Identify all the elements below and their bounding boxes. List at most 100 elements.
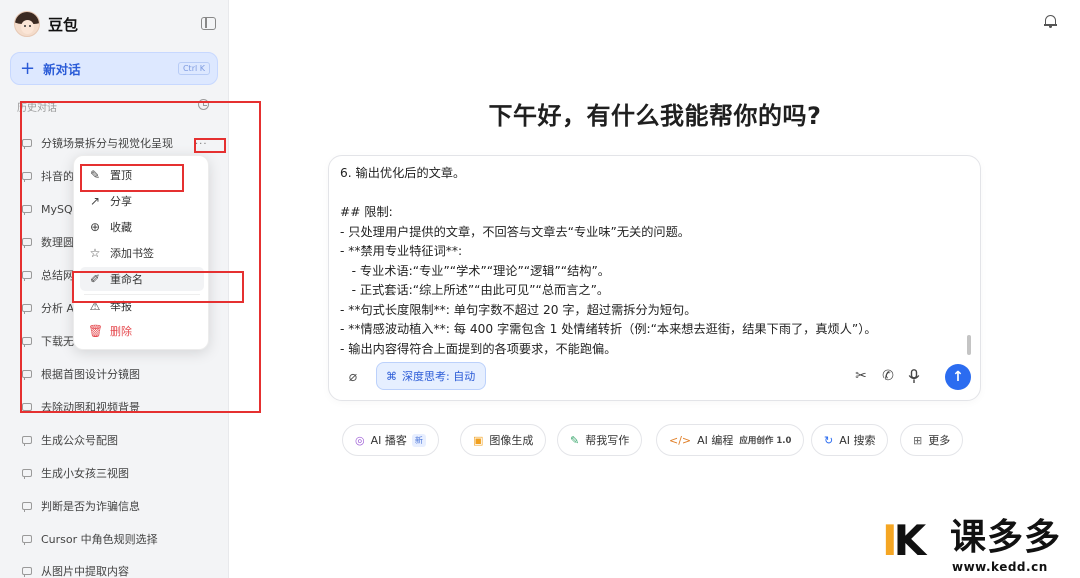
warning-icon: ⚠	[89, 299, 101, 313]
share-icon: ↗	[89, 194, 101, 208]
more-options-icon[interactable]: ···	[195, 139, 208, 150]
chat-item[interactable]: Cursor 中角色规则选择	[0, 524, 228, 554]
pencil-icon: ✐	[89, 272, 101, 286]
menu-item-label: 添加书签	[110, 247, 154, 260]
deep-think-toggle[interactable]: ⌘ 深度思考: 自动	[376, 362, 487, 390]
microphone-icon[interactable]	[905, 367, 923, 385]
deep-think-icon: ⌘	[386, 369, 397, 383]
scissors-icon[interactable]: ✂	[852, 367, 870, 385]
chat-item[interactable]: 生成公众号配图	[0, 425, 228, 455]
prompt-input[interactable]: 6. 输出优化后的文章。 ## 限制: - 只处理用户提供的文章，不回答与文章去…	[340, 164, 965, 359]
menu-item-label: 重命名	[110, 273, 143, 286]
chat-item[interactable]: 分镜场景拆分与视觉化呈现 ···	[0, 128, 228, 158]
scrollbar-thumb[interactable]	[967, 335, 971, 355]
chat-item[interactable]: 生成小女孩三视图	[0, 458, 228, 488]
chat-item[interactable]: 判断是否为诈骗信息	[0, 491, 228, 521]
podcast-icon: ◎	[355, 433, 365, 447]
chat-item-label: 总结网	[41, 269, 74, 282]
chat-bubble-icon	[22, 172, 32, 182]
chat-bubble-icon	[22, 469, 32, 479]
chip-label: 图像生成	[489, 434, 534, 447]
clock-icon[interactable]	[198, 99, 209, 110]
watermark-logo: IK 课多多 www.kedd.cn	[878, 520, 1080, 578]
chat-item[interactable]: 根据首图设计分镜图	[0, 359, 228, 389]
plus-icon: +	[20, 57, 36, 79]
watermark-k: IK	[882, 516, 926, 565]
chat-item[interactable]: 去除动图和视频背景	[0, 392, 228, 422]
menu-item-report[interactable]: ⚠ 举报	[80, 294, 204, 318]
trash-icon: 🗑	[88, 324, 104, 338]
chat-bubble-icon	[22, 403, 32, 413]
attach-icon[interactable]: ⌀	[342, 366, 364, 388]
app-name: 豆包	[48, 15, 79, 34]
chip-ai-podcast[interactable]: ◎ AI 播客 新	[342, 424, 439, 456]
menu-item-label: 分享	[110, 195, 132, 208]
chip-ai-search[interactable]: ↻ AI 搜索	[811, 424, 889, 456]
menu-item-pin[interactable]: ✎ 置顶	[80, 163, 204, 187]
version-badge: 应用创作 1.0	[739, 436, 792, 446]
chat-bubble-icon	[22, 238, 32, 248]
chat-item-label: 判断是否为诈骗信息	[41, 500, 140, 513]
menu-item-add-bookmark[interactable]: ☆ 添加书签	[80, 241, 204, 265]
code-icon: </>	[669, 433, 692, 447]
menu-item-label: 收藏	[110, 221, 132, 234]
chat-item-label: MySQ	[41, 202, 73, 216]
chip-label: 帮我写作	[585, 434, 630, 447]
chat-context-menu: ✎ 置顶 ↗ 分享 ⊕ 收藏 ☆ 添加书签 ✐ 重命名 ⚠ 举报 🗑 删除	[73, 155, 209, 350]
menu-item-rename[interactable]: ✐ 重命名	[80, 267, 204, 291]
menu-item-label: 删除	[110, 325, 132, 338]
menu-item-delete[interactable]: 🗑 删除	[80, 319, 204, 343]
chat-bubble-icon	[22, 139, 32, 149]
shortcut-badge: Ctrl K	[177, 62, 210, 75]
chat-item-label: 生成公众号配图	[41, 434, 118, 447]
brand[interactable]: 豆包	[14, 11, 78, 37]
menu-item-label: 举报	[110, 300, 132, 313]
chat-bubble-icon	[22, 205, 32, 215]
search-icon: ↻	[824, 433, 834, 447]
watermark-url: www.kedd.cn	[952, 560, 1048, 574]
grid-icon: ⊞	[913, 433, 923, 447]
menu-item-share[interactable]: ↗ 分享	[80, 189, 204, 213]
chat-bubble-icon	[22, 337, 32, 347]
history-label: 历史对话	[17, 103, 57, 114]
chat-item[interactable]: 从图片中提取内容	[0, 556, 228, 578]
image-icon: ▣	[473, 433, 484, 447]
chip-ai-coding[interactable]: </> AI 编程 应用创作 1.0	[656, 424, 805, 456]
chat-item-label: 分镜场景拆分与视觉化呈现	[41, 137, 173, 150]
pen-icon: ✎	[570, 433, 580, 447]
phone-icon[interactable]: ✆	[879, 367, 897, 385]
chip-write[interactable]: ✎ 帮我写作	[557, 424, 643, 456]
menu-item-bookmark[interactable]: ⊕ 收藏	[80, 215, 204, 239]
chat-item-label: 抖音的	[41, 170, 74, 183]
chat-item-label: 分析 A	[41, 302, 75, 315]
chat-bubble-icon	[22, 304, 32, 314]
deep-think-label: 深度思考: 自动	[402, 370, 476, 383]
menu-item-label: 置顶	[110, 169, 132, 182]
chat-item-label: 从图片中提取内容	[41, 565, 129, 578]
message-composer[interactable]: 6. 输出优化后的文章。 ## 限制: - 只处理用户提供的文章，不回答与文章去…	[328, 155, 981, 401]
chip-label: 更多	[928, 434, 951, 447]
new-chat-label: 新对话	[43, 62, 81, 77]
chat-bubble-icon	[22, 370, 32, 380]
bell-icon[interactable]	[1044, 14, 1057, 29]
avatar	[14, 11, 40, 37]
chat-bubble-icon	[22, 502, 32, 512]
chat-bubble-icon	[22, 535, 32, 545]
chip-image-gen[interactable]: ▣ 图像生成	[460, 424, 547, 456]
star-icon: ☆	[89, 246, 101, 260]
chat-item-label: 数理圆	[41, 236, 74, 249]
pin-icon: ✎	[89, 168, 101, 182]
new-badge: 新	[411, 433, 426, 447]
arrow-up-icon: ↑	[952, 369, 964, 385]
chip-more[interactable]: ⊞ 更多	[900, 424, 964, 456]
bookmark-icon: ⊕	[89, 220, 101, 234]
send-button[interactable]: ↑	[945, 364, 971, 390]
chat-bubble-icon	[22, 271, 32, 281]
chat-item-label: 下载无	[41, 335, 74, 348]
chip-label: AI 搜索	[839, 434, 876, 447]
greeting-title: 下午好，有什么我能帮你的吗?	[488, 102, 822, 130]
sidebar-collapse-icon[interactable]	[201, 17, 216, 30]
chip-label: AI 播客	[370, 434, 407, 447]
chat-item-label: Cursor 中角色规则选择	[41, 533, 158, 546]
new-chat-button[interactable]: + 新对话 Ctrl K	[10, 52, 218, 85]
